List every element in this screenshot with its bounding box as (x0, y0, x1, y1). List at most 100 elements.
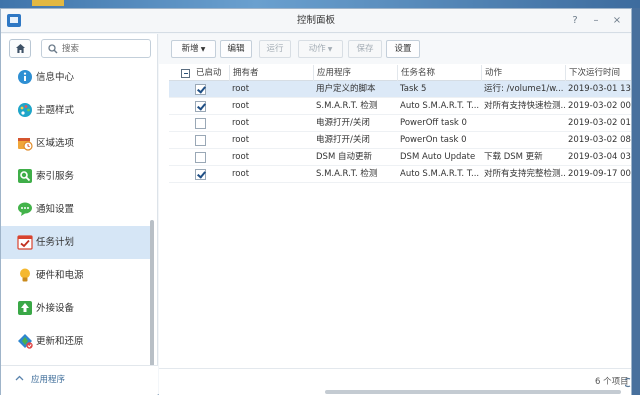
column-header-enabled[interactable]: 已启动 (193, 65, 231, 81)
sidebar-item-task-scheduler[interactable]: 任务计划 (1, 226, 151, 259)
main-panel: 新增 ▼ 编辑 运行 动作 ▼ 保存 设置 已启动 拥有者 应用程序 任务名称 动作… (159, 34, 631, 395)
calendar-check-icon (17, 235, 33, 250)
next-run-cell: 2019-03-04 03:0 (568, 152, 631, 162)
sidebar-item-hardware-power[interactable]: 硬件和电源 (1, 259, 151, 292)
column-header-task-name[interactable]: 任务名称 (397, 65, 481, 81)
sidebar-item-indexing-service[interactable]: 索引服务 (1, 160, 151, 193)
settings-button[interactable]: 设置 (386, 40, 420, 58)
external-device-icon (18, 301, 32, 315)
application-cell: 用户定义的脚本 (316, 84, 376, 94)
task-table: 已启动 拥有者 应用程序 任务名称 动作 下次运行时间 root 用户定义的脚本… (169, 65, 631, 365)
action-button[interactable]: 动作 ▼ (298, 40, 343, 58)
desktop-icon-fragment (32, 0, 64, 6)
sidebar-item-external-devices[interactable]: 外接设备 (1, 292, 151, 325)
task-name-cell: Auto S.M.A.R.T. T... (400, 169, 480, 179)
save-button[interactable]: 保存 (348, 40, 382, 58)
action-cell (481, 115, 565, 132)
toolbar: 新增 ▼ 编辑 运行 动作 ▼ 保存 设置 (159, 34, 631, 64)
window-title: 控制面板 (296, 15, 335, 26)
sidebar-item-label: 通知设置 (36, 204, 75, 215)
column-header-application[interactable]: 应用程序 (313, 65, 397, 81)
info-icon (18, 70, 32, 84)
owner-cell: root (232, 135, 250, 145)
action-button-label: 动作 (308, 44, 326, 54)
enabled-checkbox[interactable] (195, 84, 206, 95)
column-header-next-run[interactable]: 下次运行时间 (565, 65, 631, 81)
palette-icon (18, 103, 32, 117)
table-row[interactable]: root 用户定义的脚本 Task 5 运行: /volume1/w... 20… (169, 81, 631, 98)
table-row[interactable]: root 电源打开/关闭 PowerOn task 0 2019-03-02 0… (169, 132, 631, 149)
next-run-cell: 2019-09-17 00:0 (568, 169, 631, 179)
search-icon (48, 44, 58, 54)
next-run-cell: 2019-03-02 01:0 (568, 118, 631, 128)
application-cell: S.M.A.R.T. 检测 (316, 101, 378, 111)
lightbulb-icon (20, 268, 30, 282)
table-header: 已启动 拥有者 应用程序 任务名称 动作 下次运行时间 (169, 65, 631, 81)
refresh-icon[interactable] (625, 377, 631, 388)
create-button-label: 新增 (181, 44, 199, 54)
search-input[interactable] (62, 42, 146, 56)
column-header-action[interactable]: 动作 (481, 65, 565, 81)
sidebar: 信息中心 主题样式 区域选项 索引服务 通知设置 任务计划 (1, 34, 158, 395)
next-run-cell: 2019-03-01 13:4 (568, 84, 631, 94)
sidebar-item-regional-options[interactable]: 区域选项 (1, 127, 151, 160)
window-titlebar[interactable]: 控制面板 ? – × (1, 9, 631, 33)
home-button[interactable] (9, 39, 31, 58)
minimize-button[interactable]: – (588, 13, 604, 29)
action-cell: 运行: /volume1/w... (484, 84, 564, 94)
edit-button[interactable]: 编辑 (220, 40, 252, 58)
table-row[interactable]: root 电源打开/关闭 PowerOff task 0 2019-03-02 … (169, 115, 631, 132)
application-cell: 电源打开/关闭 (316, 118, 370, 128)
index-search-icon (18, 169, 32, 183)
sidebar-item-update-restore[interactable]: 更新和还原 (1, 325, 151, 358)
task-name-cell: DSM Auto Update (400, 152, 476, 162)
create-button[interactable]: 新增 ▼ (171, 40, 216, 58)
run-button[interactable]: 运行 (259, 40, 291, 58)
application-cell: S.M.A.R.T. 检测 (316, 169, 378, 179)
table-row[interactable]: root DSM 自动更新 DSM Auto Update 下载 DSM 更新 … (169, 149, 631, 166)
enabled-checkbox[interactable] (195, 101, 206, 112)
application-cell: 电源打开/关闭 (316, 135, 370, 145)
clock-calendar-icon (18, 138, 33, 151)
update-restore-icon (18, 334, 33, 349)
enabled-checkbox[interactable] (195, 152, 206, 163)
close-button[interactable]: × (609, 13, 625, 29)
search-field[interactable] (41, 39, 151, 58)
sidebar-item-theme[interactable]: 主题样式 (1, 94, 151, 127)
sidebar-item-label: 索引服务 (36, 171, 75, 182)
help-button[interactable]: ? (567, 13, 583, 29)
desktop-right-edge (632, 8, 640, 395)
sidebar-item-label: 更新和还原 (36, 336, 84, 347)
caret-down-icon: ▼ (327, 46, 333, 53)
enabled-checkbox[interactable] (195, 118, 206, 129)
sidebar-item-notification[interactable]: 通知设置 (1, 193, 151, 226)
sidebar-footer-label: 应用程序 (31, 375, 66, 385)
task-name-cell: Task 5 (400, 84, 427, 94)
owner-cell: root (232, 84, 250, 94)
table-horizontal-scrollbar[interactable] (325, 390, 621, 394)
owner-cell: root (232, 118, 250, 128)
next-run-cell: 2019-03-02 00:0 (568, 101, 631, 111)
sidebar-item-label: 任务计划 (36, 237, 75, 248)
sidebar-footer[interactable]: 应用程序 (1, 365, 158, 394)
sidebar-item-label: 区域选项 (36, 138, 75, 149)
chevron-up-icon (15, 375, 24, 381)
sidebar-item-label: 主题样式 (36, 105, 75, 116)
task-name-cell: PowerOff task 0 (400, 118, 467, 128)
owner-cell: root (232, 152, 250, 162)
select-all-checkbox[interactable] (181, 69, 190, 78)
sidebar-item-label: 外接设备 (36, 303, 75, 314)
task-name-cell: Auto S.M.A.R.T. T... (400, 101, 480, 111)
caret-down-icon: ▼ (200, 46, 206, 53)
table-row[interactable]: root S.M.A.R.T. 检测 Auto S.M.A.R.T. T... … (169, 98, 631, 115)
control-panel-window: 控制面板 ? – × 信息中心 主题样式 区域选项 (0, 8, 632, 395)
table-row[interactable]: root S.M.A.R.T. 检测 Auto S.M.A.R.T. T... … (169, 166, 631, 183)
column-header-owner[interactable]: 拥有者 (229, 65, 313, 81)
sidebar-scrollbar[interactable] (150, 220, 154, 372)
owner-cell: root (232, 169, 250, 179)
enabled-checkbox[interactable] (195, 169, 206, 180)
sidebar-item-info-center[interactable]: 信息中心 (1, 61, 151, 94)
enabled-checkbox[interactable] (195, 135, 206, 146)
action-cell: 对所有支持快速检测... (484, 101, 565, 111)
next-run-cell: 2019-03-02 08:0 (568, 135, 631, 145)
